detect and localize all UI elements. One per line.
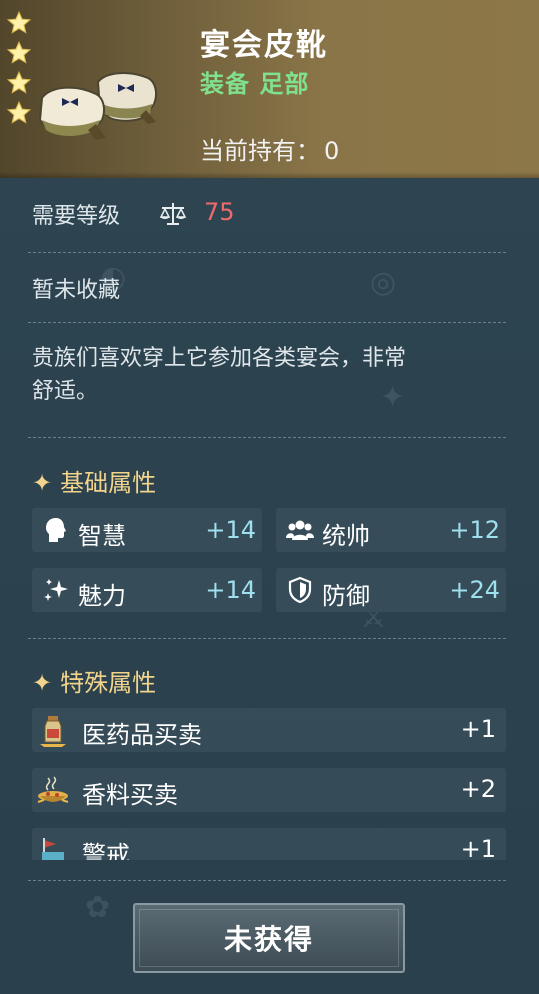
stat-wisdom: 智慧 +14 bbox=[32, 508, 262, 552]
holding-count: 当前持有： 0 bbox=[200, 131, 339, 166]
special-attribute-row: 警戒 +1 bbox=[32, 828, 506, 860]
item-name: 宴会皮靴 bbox=[200, 28, 328, 63]
stat-value: +14 bbox=[205, 516, 256, 544]
people-icon bbox=[286, 520, 314, 540]
stat-value: +14 bbox=[205, 576, 256, 604]
item-header: 宴会皮靴 装备 足部 当前持有： 0 bbox=[0, 0, 539, 178]
medicine-bottle-icon bbox=[40, 716, 66, 747]
description-line: 贵族们喜欢穿上它参加各类宴会，非常 bbox=[32, 346, 407, 371]
background-faded-icon: ✿ bbox=[85, 890, 111, 925]
special-attribute-row: 医药品买卖 +1 bbox=[32, 708, 506, 752]
collection-status: 暂未收藏 bbox=[32, 278, 121, 303]
rarity-stars bbox=[6, 10, 40, 130]
section-title-text: 基础属性 bbox=[60, 469, 157, 497]
special-attribute-name: 医药品买卖 bbox=[82, 721, 202, 749]
background-faded-icon: ◎ bbox=[370, 265, 397, 300]
leather-shoes-icon bbox=[38, 72, 157, 140]
scale-icon bbox=[159, 203, 187, 225]
divider bbox=[28, 322, 506, 323]
special-attributes-list[interactable]: 医药品买卖 +1 香料买卖 +2 警戒 +1 bbox=[0, 700, 539, 860]
special-attribute-value: +2 bbox=[460, 775, 496, 803]
required-level-value: 75 bbox=[204, 198, 235, 226]
stat-charm: 魅力 +14 bbox=[32, 568, 262, 612]
star-icon bbox=[6, 100, 32, 126]
button-label: 未获得 bbox=[223, 923, 314, 956]
head-icon bbox=[46, 518, 66, 542]
stat-name: 防御 bbox=[322, 582, 370, 610]
special-attribute-name: 警戒 bbox=[82, 841, 130, 860]
sparkle-bullet-icon: ✦ bbox=[32, 469, 53, 497]
divider bbox=[28, 252, 506, 253]
item-description: 贵族们喜欢穿上它参加各类宴会，非常 舒适。 bbox=[32, 342, 512, 408]
special-attribute-name: 香料买卖 bbox=[82, 781, 178, 809]
special-attribute-value: +1 bbox=[460, 715, 496, 743]
star-icon bbox=[6, 70, 32, 96]
stat-defense: 防御 +24 bbox=[276, 568, 506, 612]
shield-icon bbox=[288, 576, 312, 604]
not-obtained-button[interactable]: 未获得 bbox=[133, 903, 405, 973]
stat-value: +24 bbox=[449, 576, 500, 604]
sparkle-bullet-icon: ✦ bbox=[32, 669, 53, 697]
spice-bowl-icon bbox=[37, 776, 69, 803]
divider bbox=[28, 638, 506, 639]
description-line: 舒适。 bbox=[32, 379, 99, 404]
stat-name: 智慧 bbox=[78, 522, 126, 550]
item-category: 装备 足部 bbox=[200, 70, 310, 98]
special-attribute-row: 香料买卖 +2 bbox=[32, 768, 506, 812]
lookout-icon bbox=[42, 838, 64, 860]
stat-leadership: 统帅 +12 bbox=[276, 508, 506, 552]
base-attributes-title: ✦ 基础属性 bbox=[32, 463, 156, 498]
stat-name: 魅力 bbox=[78, 582, 126, 610]
holding-value: 0 bbox=[324, 137, 340, 165]
divider bbox=[28, 437, 506, 438]
required-level-label: 需要等级 bbox=[32, 204, 121, 229]
star-icon bbox=[6, 40, 32, 66]
sparkle-icon bbox=[44, 579, 68, 601]
star-icon bbox=[6, 10, 32, 36]
special-attributes-title: ✦ 特殊属性 bbox=[32, 663, 156, 698]
stat-value: +12 bbox=[449, 516, 500, 544]
special-attribute-value: +1 bbox=[460, 835, 496, 860]
divider bbox=[28, 880, 506, 881]
section-title-text: 特殊属性 bbox=[60, 669, 157, 697]
stat-name: 统帅 bbox=[322, 522, 370, 550]
holding-label: 当前持有： bbox=[200, 137, 320, 165]
